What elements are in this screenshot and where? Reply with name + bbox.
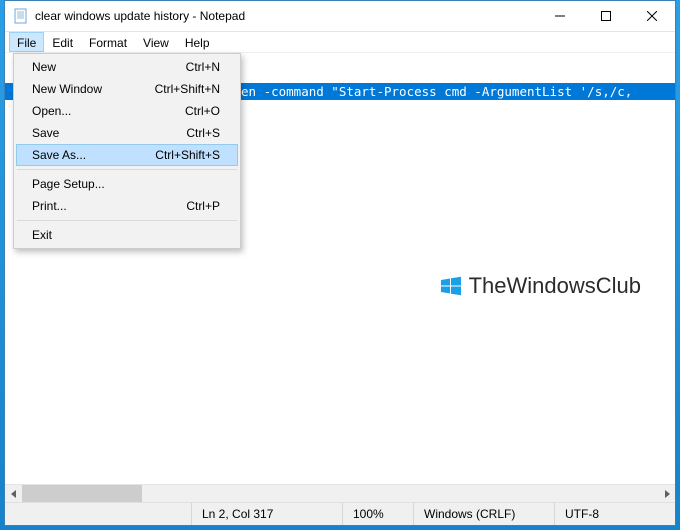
maximize-button[interactable] <box>583 1 629 31</box>
horizontal-scrollbar[interactable] <box>5 484 675 502</box>
watermark-text: TheWindowsClub <box>469 273 641 299</box>
menu-file[interactable]: File <box>9 32 44 52</box>
status-position: Ln 2, Col 317 <box>191 503 342 525</box>
menu-new-window[interactable]: New Window Ctrl+Shift+N <box>16 78 238 100</box>
menu-exit[interactable]: Exit <box>16 224 238 246</box>
window-controls <box>537 1 675 31</box>
notepad-icon <box>13 8 29 24</box>
status-line-ending: Windows (CRLF) <box>413 503 554 525</box>
titlebar: clear windows update history - Notepad <box>5 1 675 32</box>
scroll-right-button[interactable] <box>658 485 675 502</box>
minimize-button[interactable] <box>537 1 583 31</box>
menu-separator <box>17 169 237 170</box>
windows-logo-icon <box>439 274 463 298</box>
menu-format[interactable]: Format <box>81 32 135 52</box>
watermark: TheWindowsClub <box>439 273 641 299</box>
status-zoom: 100% <box>342 503 413 525</box>
menu-edit[interactable]: Edit <box>44 32 81 52</box>
menu-save-as[interactable]: Save As... Ctrl+Shift+S <box>16 144 238 166</box>
scroll-left-button[interactable] <box>5 485 22 502</box>
menu-print[interactable]: Print... Ctrl+P <box>16 195 238 217</box>
file-menu-dropdown: New Ctrl+N New Window Ctrl+Shift+N Open.… <box>13 53 241 249</box>
status-encoding: UTF-8 <box>554 503 675 525</box>
menu-help[interactable]: Help <box>177 32 218 52</box>
menu-save[interactable]: Save Ctrl+S <box>16 122 238 144</box>
notepad-window: clear windows update history - Notepad F… <box>4 0 676 526</box>
menu-page-setup[interactable]: Page Setup... <box>16 173 238 195</box>
menu-open[interactable]: Open... Ctrl+O <box>16 100 238 122</box>
menu-new[interactable]: New Ctrl+N <box>16 56 238 78</box>
statusbar: Ln 2, Col 317 100% Windows (CRLF) UTF-8 <box>5 502 675 525</box>
window-title: clear windows update history - Notepad <box>35 9 537 23</box>
scroll-thumb[interactable] <box>22 485 142 502</box>
menu-separator <box>17 220 237 221</box>
menu-view[interactable]: View <box>135 32 177 52</box>
scroll-track[interactable] <box>22 485 658 502</box>
menubar: File Edit Format View Help <box>5 32 675 53</box>
close-button[interactable] <box>629 1 675 31</box>
